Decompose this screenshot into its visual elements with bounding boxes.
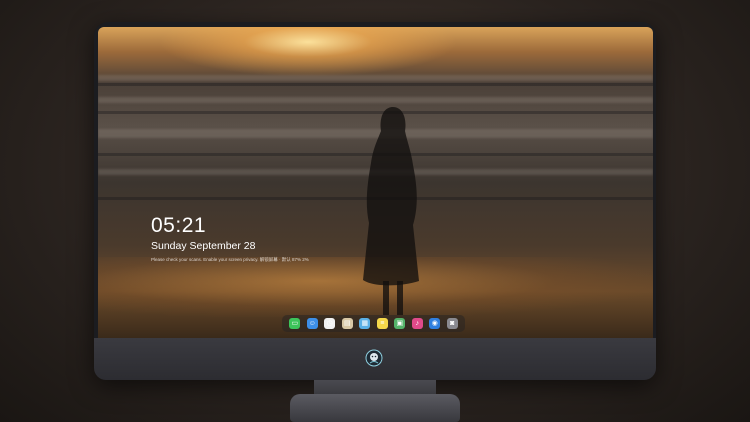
safari-icon-glyph: ◉ xyxy=(431,320,438,327)
desktop-screen: 05:21 Sunday September 28 Please check y… xyxy=(98,27,653,338)
notes-icon[interactable]: ≡ xyxy=(376,318,388,329)
messages-icon-glyph: ▭ xyxy=(291,320,299,327)
monitor-stand-neck xyxy=(314,380,436,394)
wave-line xyxy=(98,83,653,86)
claquette-icon[interactable]: ▦ xyxy=(359,318,371,329)
finder-icon[interactable]: ☺ xyxy=(306,318,318,329)
sunset-glow xyxy=(158,27,458,77)
safari-icon[interactable]: ◉ xyxy=(429,318,441,329)
music-icon[interactable]: ♪ xyxy=(411,318,423,329)
photos-icon-glyph: ▣ xyxy=(396,320,404,327)
contacts-icon[interactable]: ▤ xyxy=(341,318,353,329)
wave-crest xyxy=(98,97,653,103)
camera-icon[interactable]: ◙ xyxy=(446,318,458,329)
lock-screen-date: Sunday September 28 xyxy=(151,240,256,252)
dock: ▭ ☺ ◷ ▤ ▦ ≡ ▣ ♪ ◉ ◙ xyxy=(282,315,465,332)
girl-silhouette xyxy=(363,107,419,315)
finder-icon-glyph: ☺ xyxy=(308,320,316,327)
wave-crest xyxy=(98,75,653,81)
clock-icon-glyph: ◷ xyxy=(326,320,333,327)
brand-logo-icon xyxy=(365,349,383,367)
messages-icon[interactable]: ▭ xyxy=(289,318,301,329)
lock-screen-time: 05:21 xyxy=(151,214,207,237)
claquette-icon-glyph: ▦ xyxy=(361,320,369,327)
notes-icon-glyph: ≡ xyxy=(380,320,385,327)
photos-icon[interactable]: ▣ xyxy=(394,318,406,329)
camera-icon-glyph: ◙ xyxy=(450,320,455,327)
lock-screen-message: Please check your scans. Enable your scr… xyxy=(151,257,309,262)
monitor-stand-base xyxy=(290,394,460,422)
music-icon-glyph: ♪ xyxy=(415,320,420,327)
contacts-icon-glyph: ▤ xyxy=(343,320,351,327)
clock-icon[interactable]: ◷ xyxy=(324,318,336,329)
